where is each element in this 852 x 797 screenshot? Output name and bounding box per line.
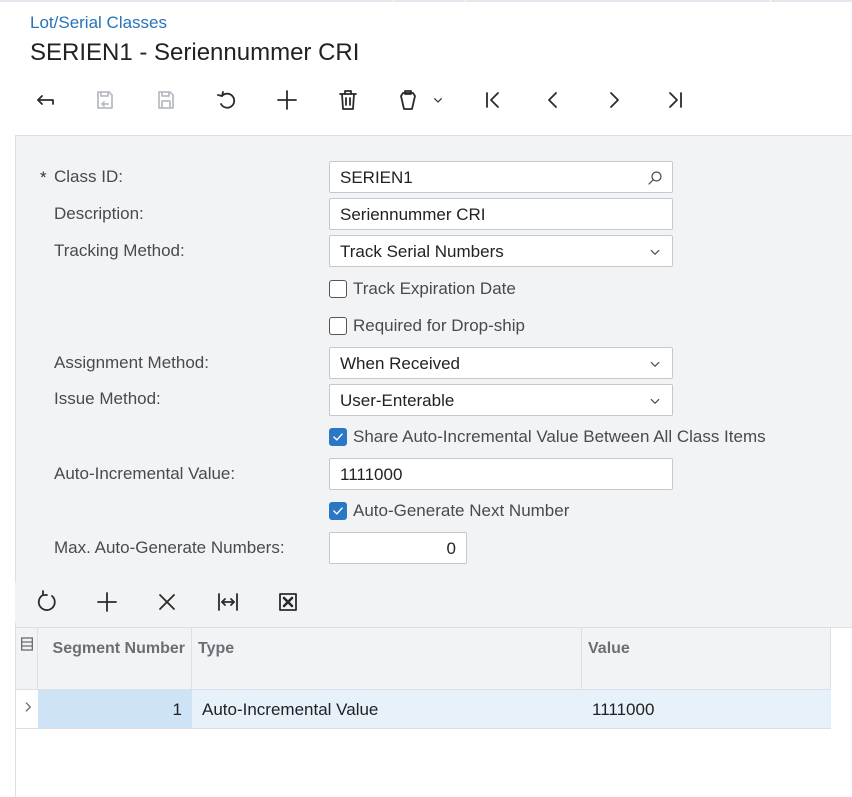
- column-settings-cell[interactable]: [16, 628, 38, 690]
- checkbox-unchecked-icon: [329, 317, 347, 335]
- table-row[interactable]: 1 Auto-Incremental Value 1111000: [16, 690, 831, 729]
- page-title: SERIEN1 - Seriennummer CRI: [30, 39, 360, 66]
- back-button[interactable]: [30, 85, 60, 115]
- auto-inc-value: 1111000: [340, 465, 403, 484]
- auto-inc-value-label: Auto-Incremental Value:: [54, 464, 236, 483]
- max-auto-gen-label: Max. Auto-Generate Numbers:: [54, 538, 285, 557]
- next-record-icon: [610, 92, 619, 108]
- grid-header: Segment Number Type Value: [16, 628, 831, 690]
- chevron-down-icon: [646, 243, 664, 261]
- add-row-button[interactable]: [92, 587, 122, 617]
- cancel-icon: [97, 91, 113, 109]
- assignment-method-label: Assignment Method:: [54, 353, 209, 372]
- main-toolbar: [0, 80, 852, 118]
- value-cell[interactable]: 1111000: [582, 690, 831, 728]
- chevron-down-icon: [646, 355, 664, 373]
- top-border: [0, 0, 852, 2]
- required-mark: *: [40, 168, 47, 187]
- auto-inc-value-field[interactable]: 1111000: [329, 458, 673, 490]
- add-icon: [277, 90, 297, 110]
- last-record-icon: [669, 92, 682, 108]
- refresh-icon: [37, 590, 56, 611]
- max-auto-gen-value: 0: [446, 539, 456, 558]
- column-settings-icon: [21, 637, 33, 651]
- auto-generate-label: Auto-Generate Next Number: [353, 501, 570, 520]
- last-record-button[interactable]: [660, 85, 690, 115]
- tracking-method-select[interactable]: Track Serial Numbers: [329, 235, 673, 267]
- copy-paste-button[interactable]: [393, 85, 423, 115]
- checkbox-checked-icon: [329, 502, 347, 520]
- copy-paste-icon: [400, 90, 416, 110]
- delete-icon: [339, 90, 357, 110]
- export-excel-button[interactable]: [273, 587, 303, 617]
- checkbox-checked-icon: [329, 428, 347, 446]
- back-icon: [37, 95, 54, 105]
- save-icon: [158, 91, 174, 109]
- description-value: Seriennummer CRI: [340, 205, 486, 224]
- row-selector[interactable]: [16, 690, 38, 728]
- next-record-button[interactable]: [599, 85, 629, 115]
- assignment-method-select[interactable]: When Received: [329, 347, 673, 379]
- type-cell[interactable]: Auto-Incremental Value: [192, 690, 582, 728]
- description-field[interactable]: Seriennummer CRI: [329, 198, 673, 230]
- segments-grid: Segment Number Type Value 1 Auto-Increme…: [15, 627, 852, 797]
- first-record-icon: [486, 92, 499, 108]
- copy-paste-dropdown[interactable]: [426, 85, 450, 115]
- grid-toolbar: [15, 583, 852, 623]
- save-and-close-button[interactable]: [90, 85, 120, 115]
- refresh-button[interactable]: [32, 587, 62, 617]
- share-auto-inc-checkbox[interactable]: Share Auto-Incremental Value Between All…: [329, 426, 766, 448]
- delete-row-icon: [159, 594, 175, 610]
- tracking-method-label: Tracking Method:: [54, 241, 185, 260]
- class-id-value: SERIEN1: [340, 168, 413, 187]
- segment-number-header[interactable]: Segment Number: [38, 628, 192, 690]
- checkbox-unchecked-icon: [329, 280, 347, 298]
- max-auto-gen-field[interactable]: 0: [329, 532, 467, 564]
- search-icon[interactable]: [646, 169, 664, 187]
- undo-icon: [217, 91, 236, 109]
- track-expiration-checkbox[interactable]: Track Expiration Date: [329, 278, 516, 300]
- segment-number-cell[interactable]: 1: [38, 690, 192, 728]
- auto-generate-checkbox[interactable]: Auto-Generate Next Number: [329, 500, 569, 522]
- class-id-label: Class ID:: [54, 167, 123, 186]
- class-id-field[interactable]: SERIEN1: [329, 161, 673, 193]
- issue-method-value: User-Enterable: [340, 391, 455, 410]
- export-excel-icon: [279, 593, 297, 611]
- chevron-down-icon: [434, 98, 442, 103]
- required-dropship-checkbox[interactable]: Required for Drop-ship: [329, 315, 525, 337]
- chevron-down-icon: [646, 392, 664, 410]
- fit-columns-icon: [218, 593, 238, 611]
- breadcrumb[interactable]: Lot/Serial Classes: [30, 13, 167, 33]
- delete-row-button[interactable]: [152, 587, 182, 617]
- previous-record-button[interactable]: [538, 85, 568, 115]
- type-header[interactable]: Type: [192, 628, 582, 690]
- save-button[interactable]: [151, 85, 181, 115]
- delete-button[interactable]: [333, 85, 363, 115]
- description-label: Description:: [54, 204, 144, 223]
- add-row-icon: [97, 592, 117, 612]
- required-dropship-label: Required for Drop-ship: [353, 316, 525, 335]
- assignment-method-value: When Received: [340, 354, 461, 373]
- fit-columns-button[interactable]: [213, 587, 243, 617]
- value-header[interactable]: Value: [582, 628, 831, 690]
- undo-button[interactable]: [212, 85, 242, 115]
- share-auto-inc-label: Share Auto-Incremental Value Between All…: [353, 427, 766, 446]
- first-record-button[interactable]: [478, 85, 508, 115]
- issue-method-select[interactable]: User-Enterable: [329, 384, 673, 416]
- add-button[interactable]: [272, 85, 302, 115]
- chevron-right-icon: [25, 702, 31, 712]
- tracking-method-value: Track Serial Numbers: [340, 242, 504, 261]
- previous-record-icon: [548, 92, 557, 108]
- track-expiration-label: Track Expiration Date: [353, 279, 516, 298]
- issue-method-label: Issue Method:: [54, 389, 161, 408]
